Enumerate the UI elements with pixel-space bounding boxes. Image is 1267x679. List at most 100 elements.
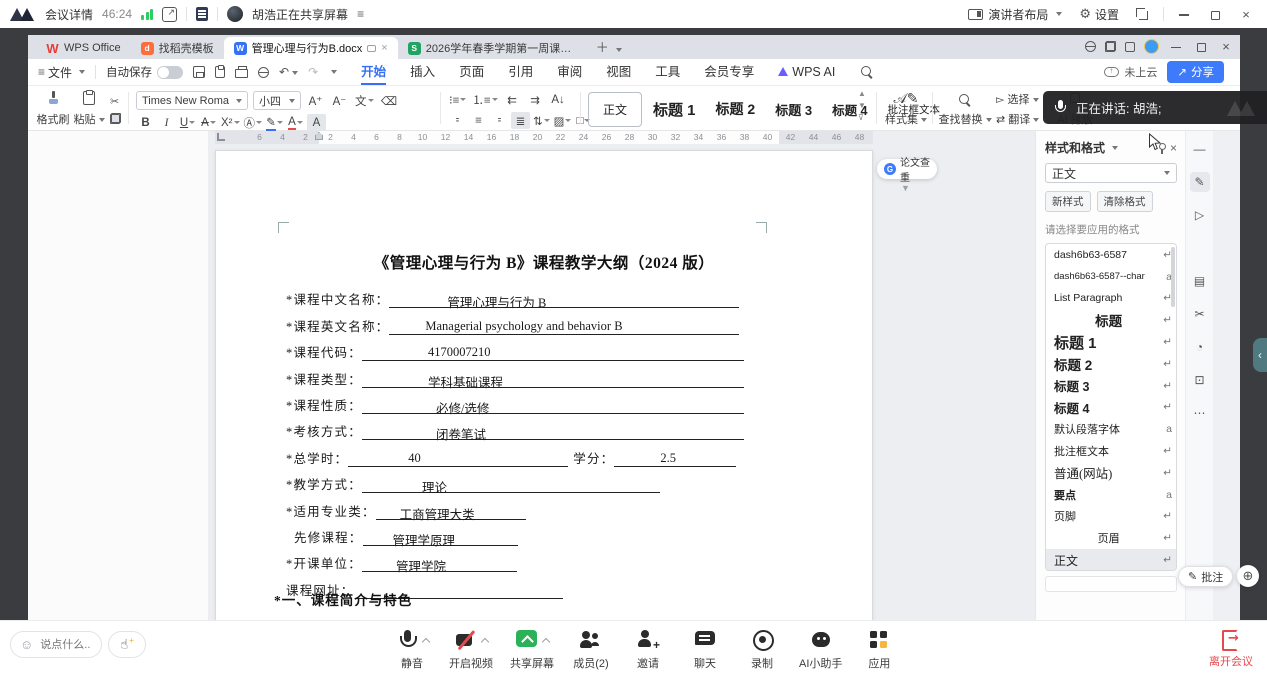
style-gallery-item[interactable]: 标题 1 xyxy=(644,97,705,122)
style-list-item[interactable]: List Paragraph ↵ xyxy=(1046,288,1176,310)
text-effects-icon[interactable]: 文 xyxy=(354,92,375,109)
ribbon-tab[interactable]: 页面 xyxy=(459,59,484,85)
side-tool-icon[interactable]: — xyxy=(1190,139,1210,159)
control-caret-icon[interactable] xyxy=(542,636,551,645)
side-tool-icon[interactable]: ⊡ xyxy=(1190,370,1210,390)
history-caret-icon[interactable] xyxy=(331,70,337,74)
font-name-select[interactable]: Times New Roma xyxy=(136,91,248,110)
superscript-icon[interactable]: X² xyxy=(220,114,241,131)
tab-list-button[interactable] xyxy=(613,41,622,56)
tab-close-icon[interactable]: × xyxy=(381,42,387,54)
document-page[interactable]: 《管理心理与行为 B》课程教学大纲（2024 版） *课程中文名称： 管理心理与… xyxy=(215,150,873,620)
style-list-item[interactable]: 标题 2 ↵ xyxy=(1046,353,1176,375)
style-list-item[interactable]: dash6b63-6587 ↵ xyxy=(1046,244,1176,266)
style-list-item[interactable]: 普通(网站) ↵ xyxy=(1046,462,1176,484)
side-tool-icon[interactable]: ✂ xyxy=(1190,304,1210,324)
print-icon[interactable] xyxy=(235,69,248,78)
export-icon[interactable] xyxy=(215,66,225,78)
control-caret-icon[interactable] xyxy=(481,636,490,645)
align-right-icon[interactable]: ⹀ xyxy=(490,112,509,129)
zoom-button[interactable]: ⊕ xyxy=(1237,565,1259,587)
shared-document-icon[interactable] xyxy=(196,7,208,21)
style-gallery-item[interactable]: 标题 4 xyxy=(823,98,876,121)
ribbon-tab[interactable]: 审阅 xyxy=(557,59,582,85)
ribbon-tab[interactable]: WPS AI xyxy=(778,59,835,85)
wps-restore-icon[interactable] xyxy=(1193,39,1209,54)
style-gallery-item[interactable]: 标题 3 xyxy=(766,98,821,121)
undo-button[interactable]: ↶ xyxy=(279,65,298,79)
clear-format-button[interactable]: 清除格式 xyxy=(1097,191,1153,212)
style-list-item[interactable]: dash6b63-6587--char a xyxy=(1046,266,1176,288)
style-list-item[interactable]: 页眉 ↵ xyxy=(1046,527,1176,549)
annotate-button[interactable]: ✎ 批注 xyxy=(1178,566,1233,587)
copy-icon[interactable] xyxy=(110,113,121,124)
ribbon-tab[interactable]: 开始 xyxy=(361,59,386,85)
stack-icon[interactable] xyxy=(1125,42,1135,52)
style-list-scrollbar[interactable] xyxy=(1171,247,1175,307)
current-style-select[interactable]: 正文 xyxy=(1045,163,1177,183)
meeting-details-link[interactable]: 会议详情 xyxy=(45,6,93,23)
wps-account-avatar[interactable] xyxy=(1144,39,1159,54)
justify-icon[interactable]: ≣ xyxy=(511,112,530,129)
side-tool-icon[interactable]: ▤ xyxy=(1190,271,1210,291)
style-list-item[interactable]: 标题 4 ↵ xyxy=(1046,397,1176,419)
chat-input-pill[interactable]: ☺ xyxy=(10,631,102,658)
increase-indent-icon[interactable]: ⇉ xyxy=(526,91,545,108)
line-spacing-icon[interactable]: ⇅ xyxy=(532,112,551,129)
online-icon[interactable] xyxy=(1085,41,1096,52)
side-tool-icon[interactable]: ✎ xyxy=(1190,172,1210,192)
fullscreen-button[interactable] xyxy=(1136,8,1148,20)
minimize-button[interactable] xyxy=(1173,7,1195,22)
control-caret-icon[interactable] xyxy=(422,636,431,645)
sort-icon[interactable]: A↓ xyxy=(549,91,568,108)
style-list-item[interactable]: 标题 1 ↵ xyxy=(1046,331,1176,353)
settings-button[interactable]: ⚙ 设置 xyxy=(1079,6,1119,23)
decrease-font-icon[interactable]: A⁻ xyxy=(330,92,349,109)
side-tool-icon[interactable]: ⋯ xyxy=(1190,403,1210,423)
style-list-item[interactable]: 页脚 ↵ xyxy=(1046,506,1176,528)
document-area[interactable]: 642 246810121416182022242628303234363840… xyxy=(209,131,1035,620)
autosave-toggle[interactable]: 自动保存 xyxy=(106,64,183,80)
close-button[interactable]: × xyxy=(1235,7,1257,22)
new-tab-button[interactable]: ＋ xyxy=(596,37,609,56)
file-menu[interactable]: ≡ 文件 xyxy=(38,64,85,81)
paper-check-button[interactable]: G 论文查重 xyxy=(877,159,937,179)
clear-format-icon[interactable]: ⌫ xyxy=(380,92,399,109)
underline-icon[interactable]: U xyxy=(178,114,197,131)
wps-document-tab[interactable]: W 管理心理与行为B.docx × xyxy=(224,37,398,59)
style-gallery-item[interactable]: 正文 xyxy=(588,92,642,127)
italic-icon[interactable]: I xyxy=(157,114,176,131)
meeting-control-button[interactable]: 共享屏幕 xyxy=(510,627,554,671)
increase-font-icon[interactable]: A⁺ xyxy=(306,92,325,109)
meeting-control-button[interactable]: 录制 xyxy=(742,627,782,671)
new-style-button[interactable]: 新样式 xyxy=(1045,191,1091,212)
meeting-control-button[interactable]: 聊天 xyxy=(685,627,725,671)
side-tool-icon[interactable]: ◔ xyxy=(1190,337,1210,357)
tab-selector-icon[interactable] xyxy=(217,133,225,141)
ribbon-tab[interactable]: 视图 xyxy=(606,59,631,85)
side-tool-icon[interactable] xyxy=(1190,238,1210,258)
cloud-status[interactable]: 未上云 xyxy=(1104,64,1157,80)
side-tool-icon[interactable]: ▷ xyxy=(1190,205,1210,225)
font-color-icon[interactable]: A xyxy=(286,114,305,131)
panel-close-icon[interactable]: × xyxy=(1170,141,1177,155)
style-list-item[interactable]: 标题 ↵ xyxy=(1046,309,1176,331)
ribbon-tab[interactable]: 引用 xyxy=(508,59,533,85)
panel-caret-icon[interactable] xyxy=(1112,146,1118,150)
align-left-icon[interactable]: ⹀ xyxy=(448,112,467,129)
style-list-item[interactable]: 要点 a xyxy=(1046,484,1176,506)
paper-check-caret-icon[interactable]: ▼ xyxy=(901,183,910,193)
share-window-icon[interactable]: ↗ xyxy=(162,7,177,22)
highlight-icon[interactable]: ✎ xyxy=(265,114,284,131)
cut-icon[interactable]: ✂ xyxy=(110,95,121,108)
share-list-icon[interactable]: ≡ xyxy=(357,7,363,21)
ribbon-tab[interactable]: 会员专享 xyxy=(704,59,754,85)
horizontal-ruler[interactable]: 642 246810121416182022242628303234363840… xyxy=(215,131,873,144)
phonetic-icon[interactable]: Ⓐ xyxy=(243,114,264,131)
leave-meeting-button[interactable]: 离开会议 xyxy=(1209,627,1253,669)
wps-document-tab[interactable]: W WPS Office × xyxy=(36,37,131,59)
wps-document-tab[interactable]: d 找稻壳模板 × xyxy=(131,37,224,59)
wps-minimize-icon[interactable] xyxy=(1168,39,1184,54)
number-list-icon[interactable]: ⒈≡ xyxy=(471,91,498,108)
style-set-button[interactable]: 𝒜✎ 样式集 xyxy=(884,89,928,129)
